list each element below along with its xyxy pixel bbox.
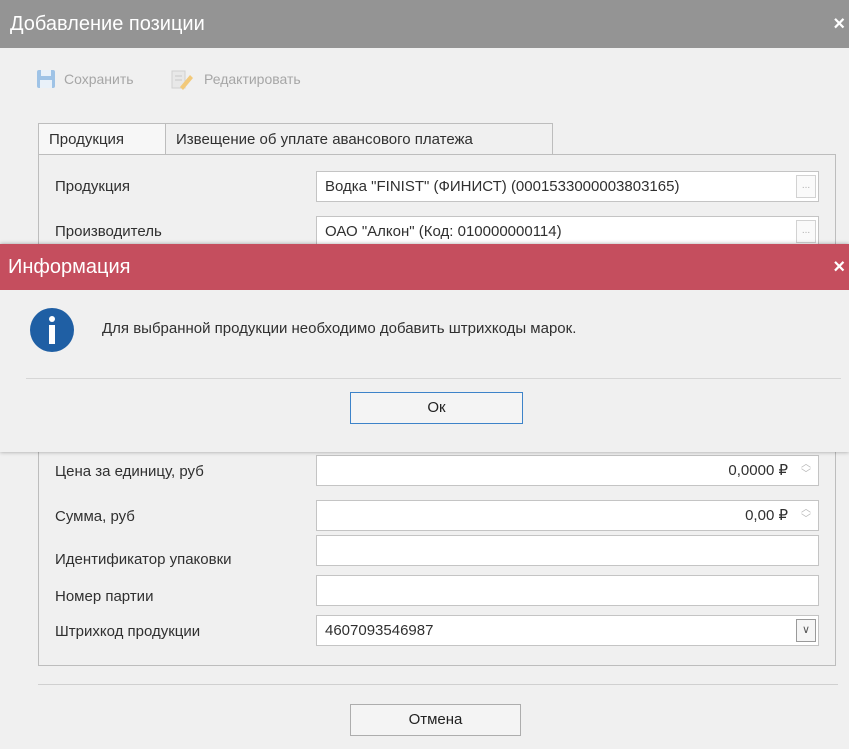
product-value: Водка "FINIST" (ФИНИСТ) (000153300000380… (325, 178, 680, 195)
info-dialog: Информация × Для выбранной продукции нео… (0, 244, 849, 452)
dialog-close-icon[interactable]: × (833, 244, 845, 290)
package-id-label: Идентификатор упаковки (55, 551, 232, 568)
producer-field[interactable]: ОАО "Алкон" (Код: 010000000114) ... (316, 216, 819, 247)
producer-value: ОАО "Алкон" (Код: 010000000114) (325, 223, 562, 240)
unit-price-spinner-icon[interactable]: ︿ ﹀ (800, 460, 812, 481)
batch-number-label: Номер партии (55, 588, 154, 605)
sum-label: Сумма, руб (55, 508, 135, 525)
window-close-icon[interactable]: × (833, 0, 845, 48)
floppy-disk-icon (37, 70, 55, 88)
edit-label: Редактировать (204, 71, 301, 87)
dialog-divider (26, 378, 841, 379)
sum-field[interactable]: 0,00 ₽ ︿ ﹀ (316, 500, 819, 531)
save-label: Сохранить (64, 71, 134, 87)
unit-price-field[interactable]: 0,0000 ₽ ︿ ﹀ (316, 455, 819, 486)
package-id-field[interactable] (316, 535, 819, 566)
dialog-message: Для выбранной продукции необходимо добав… (102, 320, 577, 337)
producer-label: Производитель (55, 223, 162, 240)
footer-divider (38, 684, 838, 685)
barcode-select[interactable]: 4607093546987 ∨ (316, 615, 819, 646)
unit-price-label: Цена за единицу, руб (55, 463, 204, 480)
pencil-document-icon (171, 70, 193, 90)
batch-number-field[interactable] (316, 575, 819, 606)
product-field[interactable]: Водка "FINIST" (ФИНИСТ) (000153300000380… (316, 171, 819, 202)
product-select-button[interactable]: ... (796, 175, 816, 198)
dialog-title-bar: Информация × (0, 244, 849, 290)
tab-products[interactable]: Продукция (38, 123, 166, 155)
dialog-title: Информация (8, 256, 131, 278)
cancel-button[interactable]: Отмена (350, 704, 521, 736)
producer-select-button[interactable]: ... (796, 220, 816, 243)
info-icon (30, 308, 74, 352)
ok-button[interactable]: Ок (350, 392, 523, 424)
barcode-value: 4607093546987 (325, 622, 434, 639)
sum-value: 0,00 ₽ (745, 507, 788, 524)
sum-spinner-icon[interactable]: ︿ ﹀ (800, 505, 812, 526)
unit-price-value: 0,0000 ₽ (728, 462, 788, 479)
window-title-bar: Добавление позиции × (0, 0, 849, 48)
chevron-down-icon[interactable]: ∨ (796, 619, 816, 642)
window-title: Добавление позиции (10, 13, 205, 35)
product-label: Продукция (55, 178, 131, 195)
tab-advance-payment-notice[interactable]: Извещение об уплате авансового платежа (165, 123, 553, 155)
barcode-label: Штрихкод продукции (55, 623, 201, 640)
